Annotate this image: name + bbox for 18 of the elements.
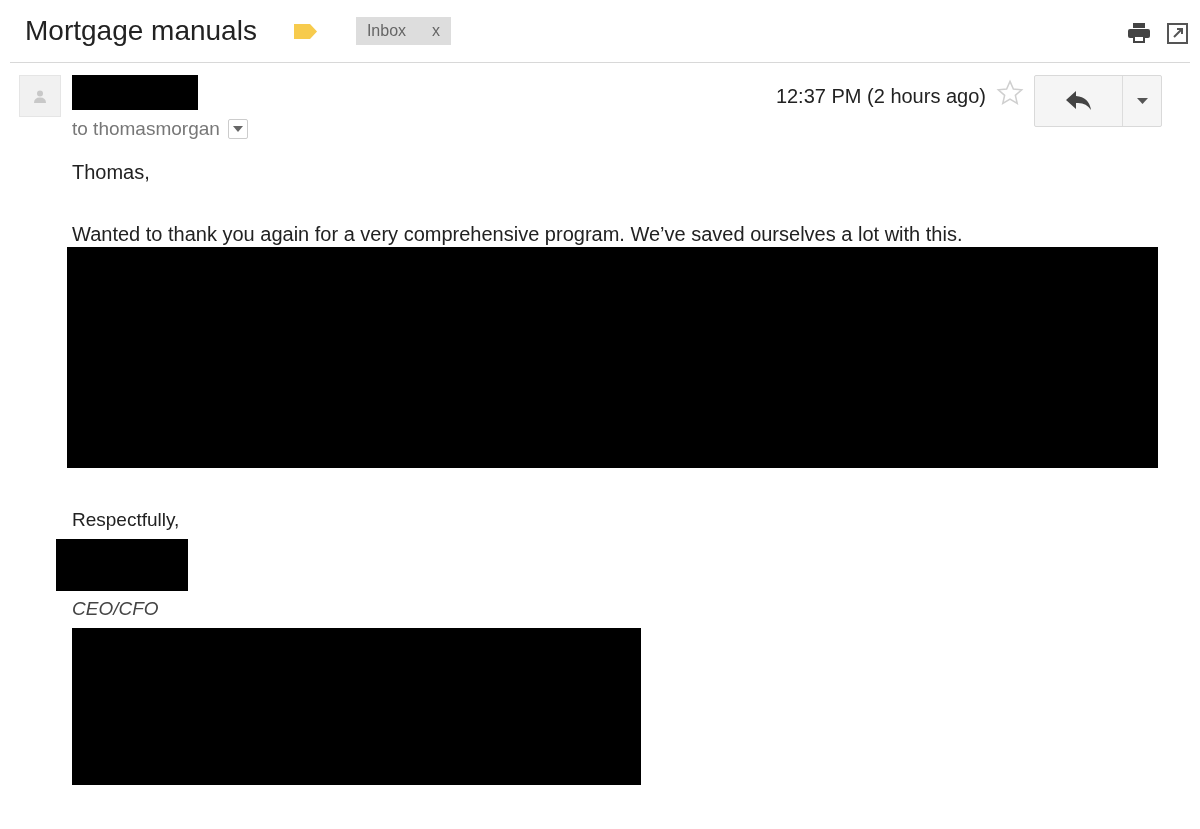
label-text: Inbox (366, 21, 407, 41)
email-subject: Mortgage manuals (25, 17, 257, 45)
body-text: Wanted to thank you again for a very comprehensive program. We’ve saved ourselves a lot with this. (72, 221, 964, 247)
new-window-icon[interactable] (1167, 22, 1188, 44)
remove-label-button[interactable]: x (432, 19, 441, 43)
closing-text: Respectfully, (72, 507, 181, 532)
signature-title: CEO/CFO (72, 599, 160, 618)
person-icon (34, 89, 46, 103)
reply-icon (1065, 91, 1092, 111)
caret-icon (1136, 98, 1148, 104)
label-tag-icon (292, 22, 318, 40)
greeting-text: Thomas, (72, 159, 151, 185)
caret-icon (232, 126, 243, 133)
star-icon[interactable] (996, 79, 1024, 107)
message-time: 12:37 PM (2 hours ago) (775, 84, 986, 109)
details-dropdown-button[interactable] (227, 119, 248, 140)
recipient-text: to thomasmorgan (72, 117, 220, 141)
print-icon[interactable] (1127, 22, 1151, 44)
